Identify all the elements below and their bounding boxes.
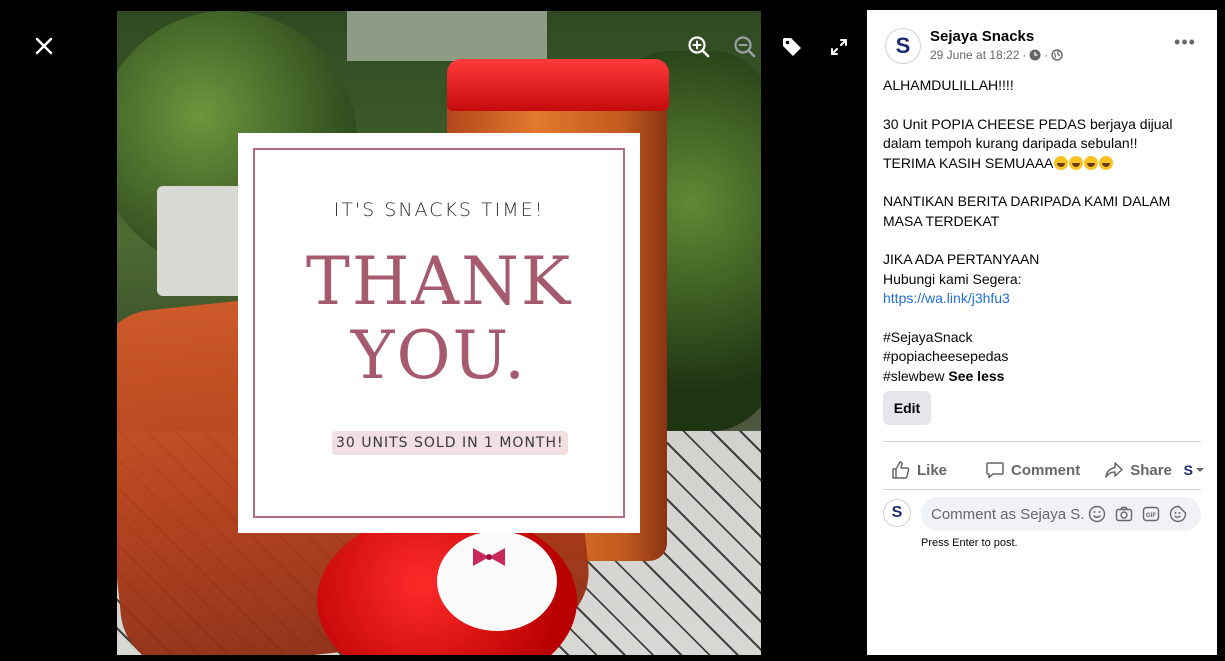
post-line: Hubungi kami Segera:: [883, 270, 1022, 287]
zoom-out-button[interactable]: [728, 30, 762, 64]
post-meta: 29 June at 18:22 · ·: [930, 48, 1064, 62]
grin-emoji-icon: [1084, 155, 1099, 170]
hashtag-link[interactable]: #SejayaSnack: [883, 328, 1203, 348]
post-line: 30 Unit POPIA CHEESE PEDAS berjaya dijua…: [883, 115, 1173, 132]
more-options-button[interactable]: •••: [1171, 32, 1199, 56]
hashtag-link[interactable]: #popiacheesepedas: [883, 347, 1203, 367]
caret-down-icon: [1196, 468, 1204, 472]
ribbon-bow-icon: [473, 548, 505, 566]
jar-lid: [447, 59, 669, 111]
page-avatar[interactable]: S: [885, 28, 921, 64]
comment-hint: Press Enter to post.: [921, 537, 1018, 549]
edit-post-button[interactable]: Edit: [883, 391, 931, 425]
post-line: NANTIKAN BERITA DARIPADA KAMI DALAM: [883, 193, 1171, 209]
page-name[interactable]: Sejaya Snacks: [930, 28, 1034, 45]
meta-separator: ·: [1022, 48, 1027, 62]
actor-avatar: S: [1183, 462, 1193, 478]
photo-button[interactable]: [1110, 503, 1137, 525]
clock-icon: [1029, 49, 1041, 61]
thumbs-up-icon: [892, 461, 910, 479]
card-headline: THANK: [305, 243, 573, 320]
post-header: S Sejaya Snacks 29 June at 18:22 · · •••: [885, 28, 1199, 68]
comment-label: Comment: [1011, 461, 1081, 479]
tag-icon: [783, 38, 801, 56]
emoji-button[interactable]: [1083, 503, 1110, 525]
hashtag-link[interactable]: #slewbew: [883, 368, 944, 384]
share-label: Share: [1130, 461, 1172, 479]
whatsapp-link[interactable]: https://wa.link/j3hfu3: [883, 289, 1203, 309]
close-icon: [35, 37, 53, 55]
divider: [883, 489, 1201, 490]
comment-input[interactable]: [931, 505, 1083, 523]
composer-avatar-letter: S: [891, 504, 903, 521]
grin-emoji-icon: [1099, 155, 1114, 170]
post-line: ALHAMDULILLAH!!!!: [883, 77, 1014, 93]
card-kicker: IT'S SNACKS TIME!: [333, 199, 545, 221]
close-button[interactable]: [28, 30, 60, 62]
post-text: ALHAMDULILLAH!!!! 30 Unit POPIA CHEESE P…: [883, 76, 1203, 405]
actor-switcher[interactable]: S: [1184, 462, 1205, 478]
zoom-out-icon: [734, 36, 756, 58]
card-headline-2: YOU.: [350, 317, 528, 394]
sticker-button[interactable]: [1164, 503, 1191, 525]
post-actions: Like Comment Share S: [883, 456, 1205, 484]
share-icon: [1105, 462, 1123, 478]
composer-avatar: S: [883, 499, 911, 527]
share-button[interactable]: Share: [1104, 460, 1172, 480]
divider: [883, 441, 1201, 442]
fullscreen-icon: [831, 39, 847, 55]
zoom-in-icon: [688, 36, 710, 58]
meta-separator-2: ·: [1044, 48, 1049, 62]
post-line: TERIMA KASIH SEMUAAA: [883, 154, 1054, 171]
like-label: Like: [917, 461, 948, 479]
photo-viewer: IT'S SNACKS TIME! THANK YOU. 30 UNITS SO…: [0, 0, 866, 661]
grin-emoji-icon: [1054, 155, 1069, 170]
svg-text:GIF: GIF: [1146, 513, 1156, 519]
post-line: MASA TERDEKAT: [883, 212, 1000, 229]
gif-icon: GIF: [1142, 506, 1159, 522]
grin-emoji-icon: [1069, 155, 1084, 170]
comment-icon: [986, 462, 1004, 479]
zoom-in-button[interactable]: [682, 30, 716, 64]
comment-composer: S GIF: [883, 497, 1201, 533]
post-panel: S Sejaya Snacks 29 June at 18:22 · · •••…: [867, 10, 1217, 655]
sticker-icon: [1169, 505, 1186, 523]
comment-box[interactable]: GIF: [921, 497, 1201, 531]
see-less-link[interactable]: See less: [948, 368, 1004, 384]
camera-icon: [1115, 506, 1132, 522]
globe-icon[interactable]: [1051, 49, 1064, 61]
sales-badge: 30 UNITS SOLD IN 1 MONTH!: [332, 431, 568, 455]
post-line: dalam tempoh kurang daripada sebulan!!: [883, 135, 1138, 151]
tag-photo-button[interactable]: [775, 30, 809, 64]
comment-button[interactable]: Comment: [985, 460, 1080, 480]
gif-button[interactable]: GIF: [1137, 503, 1164, 525]
like-button[interactable]: Like: [891, 460, 947, 480]
smiley-icon: [1088, 505, 1105, 523]
post-timestamp[interactable]: 29 June at 18:22: [930, 48, 1019, 62]
post-line: JIKA ADA PERTANYAAN: [883, 251, 1040, 267]
fullscreen-button[interactable]: [822, 30, 856, 64]
avatar-logo: S: [895, 33, 911, 58]
thank-you-card: IT'S SNACKS TIME! THANK YOU. 30 UNITS SO…: [238, 133, 640, 533]
